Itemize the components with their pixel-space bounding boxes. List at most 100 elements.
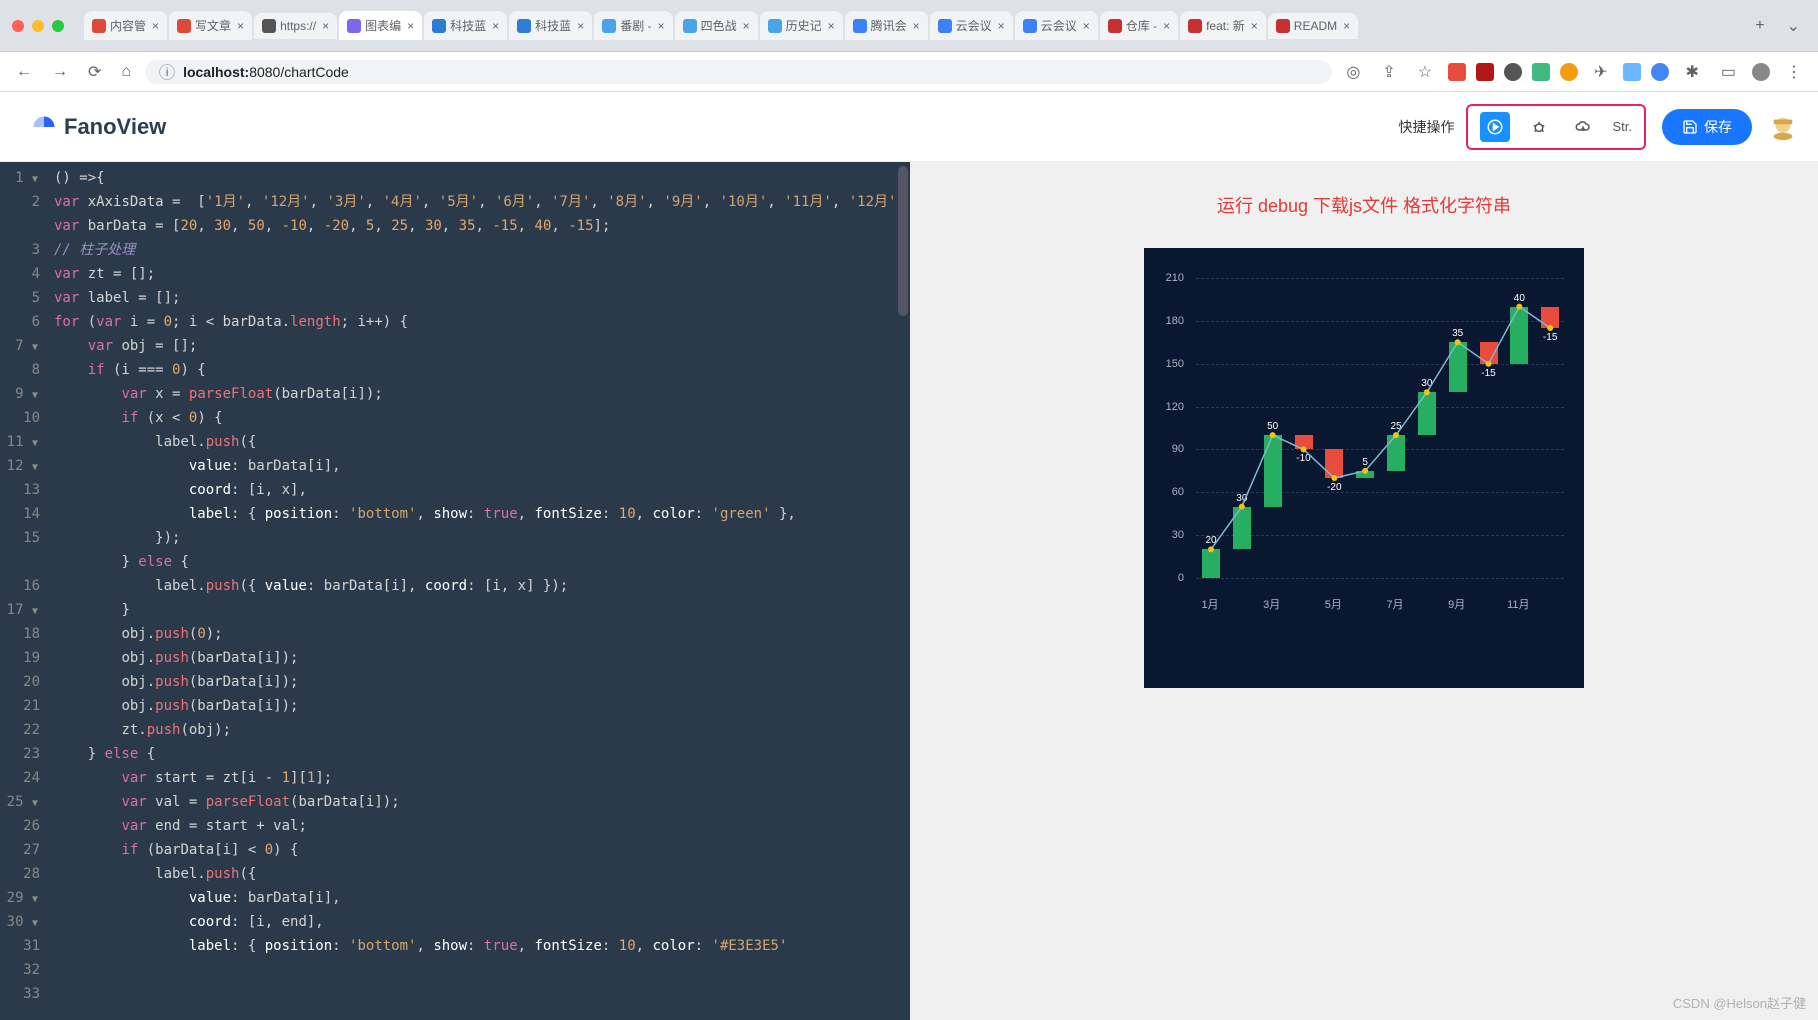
close-tab-icon[interactable]: × — [828, 19, 835, 33]
save-label: 保存 — [1704, 117, 1732, 137]
code-body[interactable]: () =>{var xAxisData = ['1月', '12月', '3月'… — [0, 162, 910, 958]
format-string-button[interactable]: Str. — [1612, 119, 1632, 134]
new-tab-button[interactable]: + — [1747, 17, 1772, 35]
close-tab-icon[interactable]: × — [492, 19, 499, 33]
tab-label: feat: 新 — [1206, 17, 1245, 34]
vue-devtools-icon[interactable] — [1532, 63, 1550, 81]
save-button[interactable]: 保存 — [1662, 109, 1752, 145]
y-tick: 120 — [1166, 401, 1184, 413]
browser-tab[interactable]: 历史记× — [760, 11, 843, 40]
browser-tab[interactable]: 番剧 -× — [594, 11, 672, 40]
browser-tab[interactable]: 仓库 - × — [1100, 11, 1178, 40]
favicon — [177, 19, 191, 33]
close-tab-icon[interactable]: × — [322, 19, 329, 33]
browser-tab[interactable]: READM × — [1268, 13, 1358, 39]
bar-label: -10 — [1296, 453, 1310, 464]
browser-tab[interactable]: 科技蓝 × — [509, 11, 592, 40]
run-button[interactable] — [1480, 112, 1510, 142]
user-avatar[interactable] — [1768, 112, 1798, 142]
forward-button[interactable]: → — [46, 59, 74, 85]
debug-button[interactable] — [1524, 112, 1554, 142]
bar-label: 35 — [1452, 328, 1463, 339]
chart-container: 0306090120150180210203050-10-205253035-1… — [1144, 248, 1584, 688]
browser-tab[interactable]: feat: 新 × — [1180, 11, 1266, 40]
close-tab-icon[interactable]: × — [1251, 19, 1258, 33]
browser-tab[interactable]: https://× — [254, 13, 337, 39]
close-tab-icon[interactable]: × — [658, 19, 665, 33]
ext-icon-3[interactable] — [1651, 63, 1669, 81]
bar-label: 50 — [1267, 421, 1278, 432]
ext-icon-1[interactable] — [1560, 63, 1578, 81]
gsuite-icon[interactable]: ◎ — [1340, 58, 1366, 86]
favicon — [1108, 19, 1122, 33]
ublock-icon[interactable] — [1476, 63, 1494, 81]
cloud-download-icon — [1574, 118, 1592, 136]
play-icon — [1486, 118, 1504, 136]
profile-avatar[interactable] — [1752, 63, 1770, 81]
x-tick: 1月 — [1201, 596, 1218, 612]
favicon — [1023, 19, 1037, 33]
minimize-dot[interactable] — [32, 20, 44, 32]
site-info-icon[interactable]: i — [159, 64, 175, 80]
close-tab-icon[interactable]: × — [407, 19, 414, 33]
toolbar-right: ◎ ⇪ ☆ ✈ ✱ ▭ ⋮ — [1340, 58, 1808, 86]
y-tick: 180 — [1166, 315, 1184, 327]
reload-button[interactable]: ⟳ — [82, 58, 107, 86]
tab-label: READM — [1294, 19, 1337, 33]
browser-tab[interactable]: 腾讯会× — [845, 11, 928, 40]
favicon — [768, 19, 782, 33]
address-bar[interactable]: i localhost:8080/chartCode — [145, 60, 1332, 84]
browser-tab[interactable]: 内容管× — [84, 11, 167, 40]
share-icon[interactable]: ⇪ — [1376, 58, 1401, 86]
tab-label: 仓库 - — [1126, 17, 1157, 34]
code-editor[interactable]: 1 ▼234567 ▼89 ▼1011 ▼12 ▼1314151617 ▼181… — [0, 162, 910, 1020]
star-icon[interactable]: ☆ — [1412, 58, 1438, 86]
back-button[interactable]: ← — [10, 59, 38, 85]
close-tab-icon[interactable]: × — [998, 19, 1005, 33]
browser-tab[interactable]: 图表编× — [339, 11, 422, 40]
bar-label: 20 — [1205, 535, 1216, 546]
bar-label: 25 — [1390, 421, 1401, 432]
fe-extension-icon[interactable] — [1448, 63, 1466, 81]
bar-label: 5 — [1362, 457, 1368, 468]
close-tab-icon[interactable]: × — [1343, 19, 1350, 33]
browser-tab[interactable]: 云会议× — [930, 11, 1013, 40]
ext-icon-2[interactable] — [1623, 63, 1641, 81]
favicon — [938, 19, 952, 33]
dark-icon[interactable] — [1504, 63, 1522, 81]
close-dot[interactable] — [12, 20, 24, 32]
telegram-icon[interactable]: ✈ — [1588, 58, 1613, 86]
favicon — [517, 19, 531, 33]
download-button[interactable] — [1568, 112, 1598, 142]
close-tab-icon[interactable]: × — [577, 19, 584, 33]
panel-icon[interactable]: ▭ — [1715, 58, 1742, 86]
preview-pane: 运行 debug 下载js文件 格式化字符串 03060901201501802… — [910, 162, 1818, 1020]
watermark: CSDN @Helson赵子健 — [1673, 993, 1806, 1012]
browser-tab[interactable]: 云会议× — [1015, 11, 1098, 40]
extensions-icon[interactable]: ✱ — [1679, 58, 1704, 86]
tab-label: 科技蓝 — [535, 17, 571, 34]
browser-tab[interactable]: 四色战× — [675, 11, 758, 40]
app-header: FanoView 快捷操作 Str. 保存 — [0, 92, 1818, 162]
close-tab-icon[interactable]: × — [743, 19, 750, 33]
bar-label: 30 — [1421, 378, 1432, 389]
close-tab-icon[interactable]: × — [1163, 19, 1170, 33]
menu-icon[interactable]: ⋮ — [1780, 58, 1808, 86]
zoom-dot[interactable] — [52, 20, 64, 32]
editor-scrollbar[interactable] — [898, 166, 908, 316]
logo[interactable]: FanoView — [30, 113, 166, 141]
close-tab-icon[interactable]: × — [237, 19, 244, 33]
close-tab-icon[interactable]: × — [152, 19, 159, 33]
home-button[interactable]: ⌂ — [115, 59, 137, 85]
tab-label: 写文章 — [195, 17, 231, 34]
favicon — [1188, 19, 1202, 33]
close-tab-icon[interactable]: × — [1083, 19, 1090, 33]
close-tab-icon[interactable]: × — [913, 19, 920, 33]
bar-label: -15 — [1543, 332, 1557, 343]
browser-tab[interactable]: 写文章 × — [169, 11, 252, 40]
browser-tab[interactable]: 科技蓝 × — [424, 11, 507, 40]
x-tick: 9月 — [1448, 596, 1465, 612]
tab-overflow[interactable]: ⌄ — [1781, 12, 1806, 40]
y-tick: 60 — [1172, 486, 1184, 498]
tab-label: 科技蓝 — [450, 17, 486, 34]
